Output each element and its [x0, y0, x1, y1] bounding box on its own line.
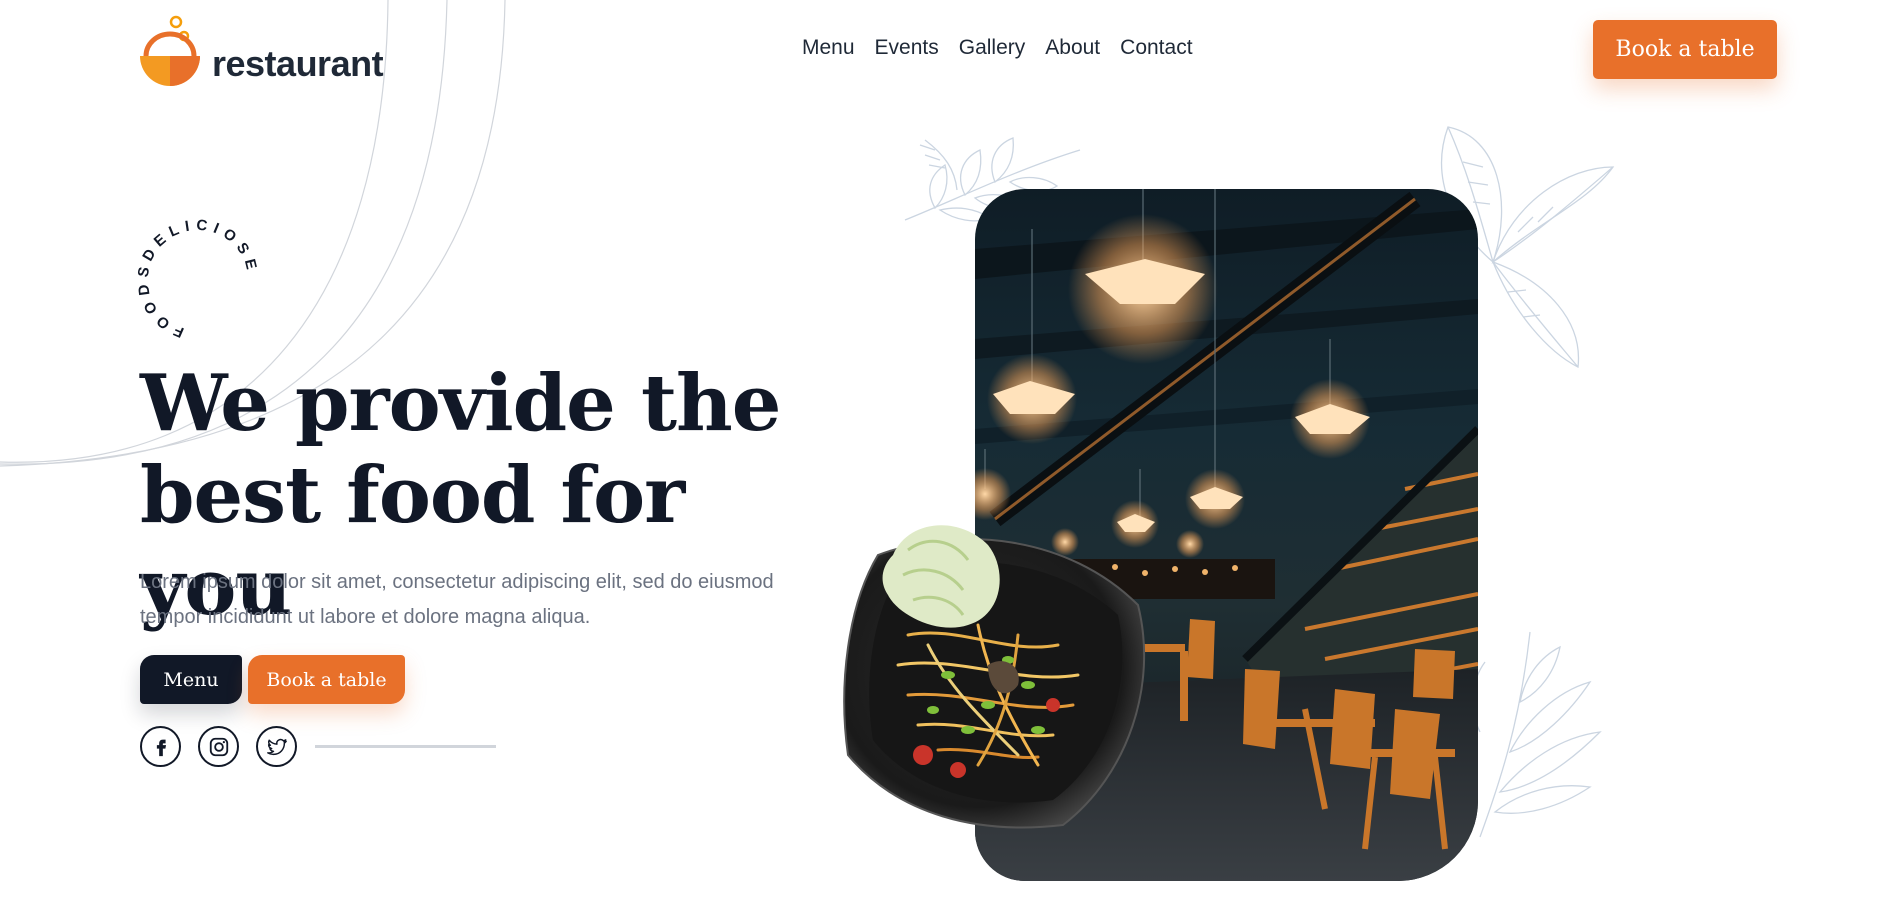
instagram-link[interactable]: [198, 726, 239, 767]
nav-item-gallery[interactable]: Gallery: [959, 36, 1026, 60]
herb-sketch-bottom-right: [1472, 631, 1602, 838]
bowl-logo-icon: [140, 15, 200, 86]
main-nav: Menu Events Gallery About Contact: [802, 36, 1193, 60]
header-book-table-button[interactable]: Book a table: [1593, 20, 1777, 79]
brand-logo[interactable]: restaurant: [140, 14, 384, 86]
social-divider: [315, 745, 496, 748]
twitter-icon: [266, 738, 287, 755]
social-links: [140, 726, 297, 767]
nav-item-contact[interactable]: Contact: [1120, 36, 1192, 60]
salad-plate-photo: [843, 525, 1146, 829]
hero-description: Lorem ipsum dolor sit amet, consectetur …: [140, 571, 774, 628]
brand-name: restaurant: [212, 43, 384, 84]
nav-item-menu[interactable]: Menu: [802, 36, 855, 60]
nav-item-about[interactable]: About: [1045, 36, 1100, 60]
facebook-link[interactable]: [140, 726, 181, 767]
hero-menu-button[interactable]: Menu: [140, 655, 242, 704]
svg-text:FOODSDELICIOSE: FOODSDELICIOSE: [128, 210, 268, 350]
hero-title-line1: We provide the: [140, 358, 781, 449]
circular-text-badge: FOODSDELICIOSE: [128, 210, 268, 350]
instagram-icon: [209, 737, 228, 756]
facebook-icon: [156, 739, 166, 756]
nav-item-events[interactable]: Events: [875, 36, 939, 60]
hero-book-table-button[interactable]: Book a table: [248, 655, 405, 704]
twitter-link[interactable]: [256, 726, 297, 767]
circular-text: FOODSDELICIOSE: [128, 210, 268, 350]
